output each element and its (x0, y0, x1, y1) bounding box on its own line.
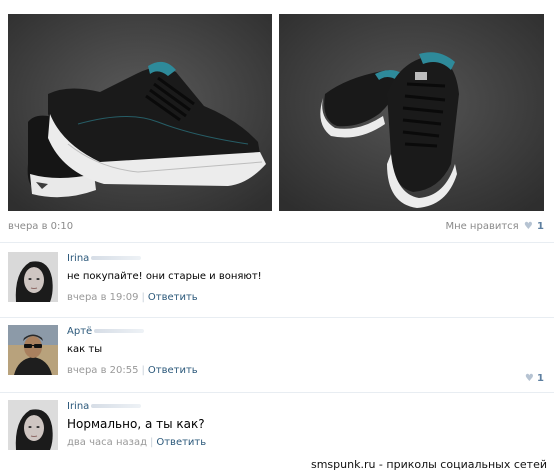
sneaker-front-image (279, 14, 544, 211)
heart-icon: ♥ (524, 373, 534, 384)
comment-time[interactable]: вчера в 20:55 (67, 365, 139, 376)
meta-separator: | (149, 437, 154, 448)
comment-time[interactable]: вчера в 19:09 (67, 292, 139, 303)
comment-item: Irina не покупайте! они старые и воняют!… (8, 252, 544, 314)
avatar[interactable] (8, 400, 58, 450)
post-date[interactable]: вчера в 0:10 (8, 221, 73, 232)
sneaker-side-image (8, 14, 272, 211)
like-count: 1 (537, 373, 544, 384)
heart-icon: ♥ (523, 221, 533, 232)
divider (0, 317, 554, 318)
watermark: smspunk.ru - приколы социальных сетей (308, 457, 549, 472)
comment-author[interactable]: Артё (67, 326, 92, 337)
meta-separator: | (141, 292, 145, 303)
blurred-surname (94, 329, 145, 333)
avatar[interactable] (8, 325, 58, 375)
divider (0, 242, 554, 243)
comment-text: Нормально, а ты как? (67, 417, 205, 431)
like-count: 1 (537, 221, 544, 232)
reply-link[interactable]: Ответить (148, 292, 198, 303)
reply-link[interactable]: Ответить (156, 437, 206, 448)
blurred-surname (91, 404, 142, 408)
post-meta: вчера в 0:10 Мне нравится ♥ 1 (8, 221, 544, 235)
comment-item: Irina Нормально, а ты как? два часа наза… (8, 400, 544, 462)
meta-separator: | (141, 365, 145, 376)
comment-author[interactable]: Irina (67, 253, 89, 264)
blurred-surname (91, 256, 142, 260)
post-like-button[interactable]: Мне нравится ♥ 1 (445, 221, 544, 232)
comment-author[interactable]: Irina (67, 401, 89, 412)
comment-time[interactable]: два часа назад (67, 437, 147, 448)
avatar[interactable] (8, 252, 58, 302)
reply-link[interactable]: Ответить (148, 365, 198, 376)
post-photo-right[interactable] (279, 14, 544, 211)
post-photo-left[interactable] (8, 14, 272, 211)
divider (0, 392, 554, 393)
comment-like-button[interactable]: ♥ 1 (525, 373, 544, 384)
comment-text: не покупайте! они старые и воняют! (67, 271, 262, 282)
like-label: Мне нравится (445, 221, 519, 232)
comment-text: как ты (67, 344, 103, 355)
comment-item: Артё как ты вчера в 20:55 | Ответить ♥ 1 (8, 325, 544, 387)
